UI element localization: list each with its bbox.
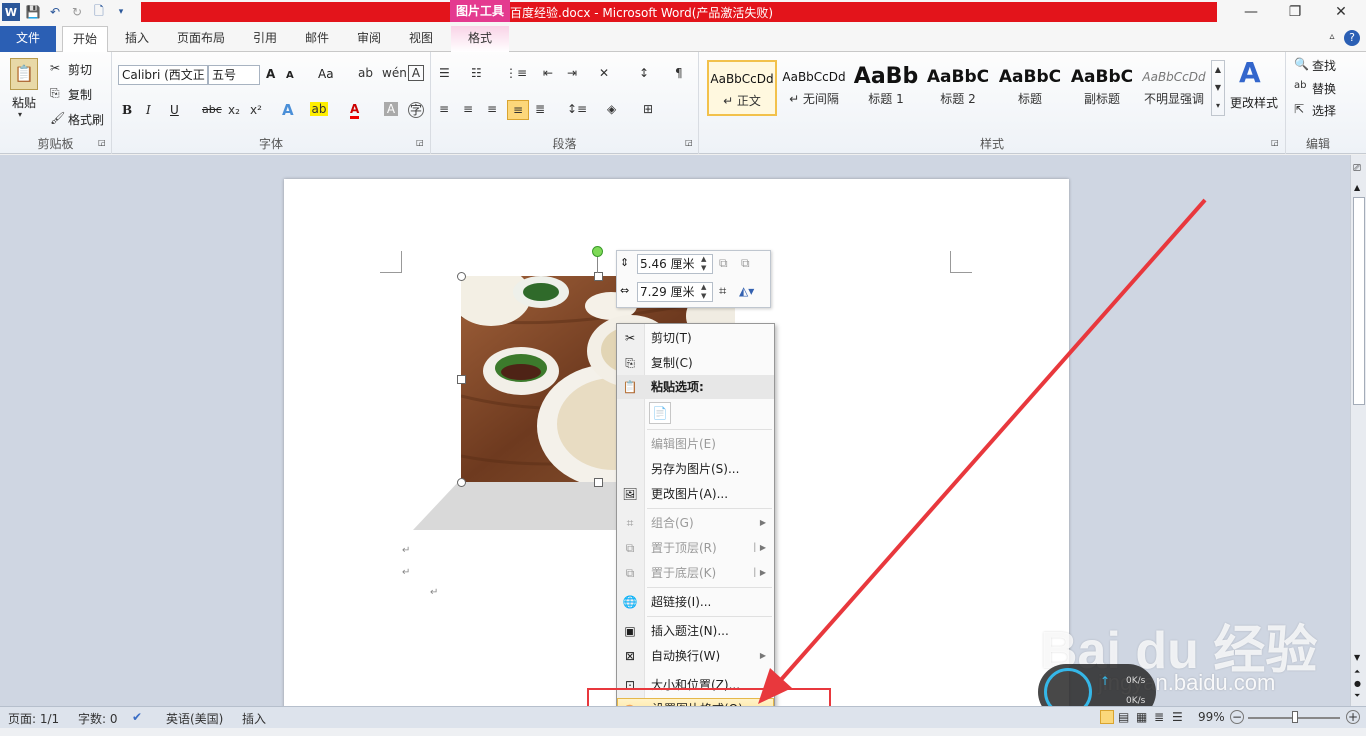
insert-mode-indicator[interactable]: 插入: [242, 710, 266, 727]
net-download-speed: 0K/s: [1126, 696, 1146, 706]
scroll-up-arrow-icon[interactable]: ▲: [1354, 183, 1360, 192]
word-count[interactable]: 字数: 0: [78, 710, 118, 727]
web-layout-icon[interactable]: ▦: [1136, 710, 1147, 724]
ruler-toggle-icon[interactable]: ⎚: [1353, 163, 1361, 174]
outline-icon[interactable]: ≣: [1154, 710, 1164, 724]
print-layout-icon[interactable]: [1100, 710, 1114, 724]
zoom-slider-thumb[interactable]: [1292, 711, 1298, 723]
proofing-icon[interactable]: ✔: [132, 710, 142, 724]
zoom-level[interactable]: 99%: [1198, 710, 1225, 724]
draft-icon[interactable]: ☰: [1172, 710, 1183, 724]
vertical-scrollbar[interactable]: ⎚ ▲ ▼ ⏶ ● ⏷: [1350, 155, 1366, 706]
zoom-out-icon[interactable]: −: [1230, 710, 1244, 724]
scroll-thumb[interactable]: [1353, 197, 1365, 405]
net-upload-speed: 0K/s: [1126, 676, 1146, 686]
previous-page-icon[interactable]: ⏶: [1354, 667, 1360, 677]
language-indicator[interactable]: 英语(美国): [166, 710, 223, 727]
annotation-arrow: [758, 198, 1207, 704]
next-page-icon[interactable]: ⏷: [1354, 691, 1360, 701]
full-screen-reading-icon[interactable]: ▤: [1118, 710, 1129, 724]
taskbar-edge: [0, 728, 1366, 736]
status-bar: 页面: 1/1 字数: 0 ✔ 英语(美国) 插入 ▤ ▦ ≣ ☰ 99% − …: [0, 706, 1366, 728]
upload-arrow-icon: ↑: [1100, 674, 1111, 688]
zoom-in-icon[interactable]: +: [1346, 710, 1360, 724]
browse-object-icon[interactable]: ●: [1354, 679, 1361, 688]
scroll-down-arrow-icon[interactable]: ▼: [1354, 653, 1360, 662]
page-count[interactable]: 页面: 1/1: [8, 710, 59, 727]
